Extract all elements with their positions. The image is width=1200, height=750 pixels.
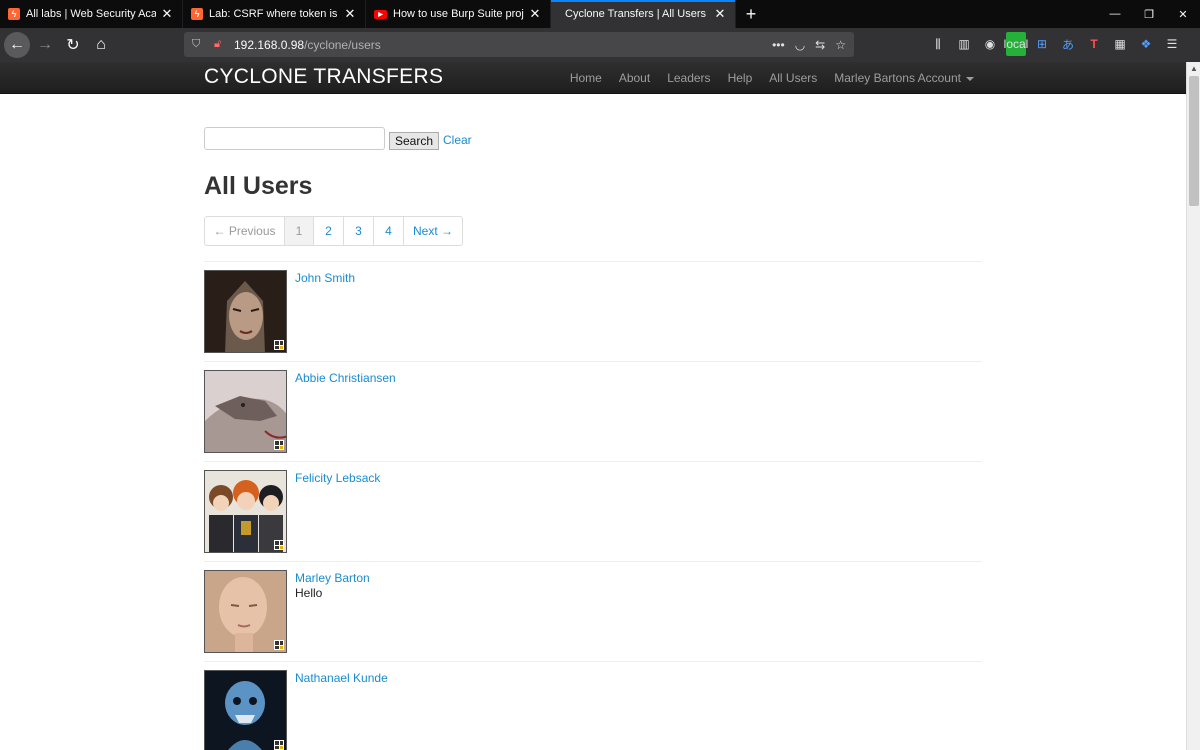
- forward-button[interactable]: →: [32, 32, 58, 58]
- nav-home[interactable]: Home: [570, 71, 602, 85]
- pagination: ← Previous 1 2 3 4 Next →: [204, 216, 463, 246]
- extension-toolbar: ⫼ ▥ ◉ local● ⊞ あ T ▦ ❖ ☰: [928, 32, 1182, 56]
- pagination-page-3[interactable]: 3: [344, 217, 374, 245]
- burp-icon: ϟ: [191, 8, 203, 20]
- qr-icon: [274, 540, 284, 550]
- avatar[interactable]: [204, 370, 287, 453]
- site-header: CYCLONE TRANSFERS Home About Leaders Hel…: [0, 62, 1186, 94]
- nav-about[interactable]: About: [619, 71, 650, 85]
- page-title: All Users: [204, 172, 313, 200]
- clear-link[interactable]: Clear: [443, 133, 472, 147]
- page-scrollbar[interactable]: ▲: [1186, 62, 1200, 750]
- browser-toolbar: ← → ↻ ⌂ ⛉ 🔓︎ 192.168.0.98/cyclone/users …: [0, 28, 1200, 62]
- caret-down-icon: [966, 76, 974, 81]
- translate-icon[interactable]: ⇆: [815, 38, 825, 52]
- close-icon[interactable]: ✕: [343, 6, 357, 22]
- url-path: /cyclone/users: [304, 37, 381, 52]
- qr-icon: [274, 640, 284, 650]
- account-dropdown-label: Marley Bartons Account: [834, 71, 961, 85]
- user-name-link[interactable]: John Smith: [295, 271, 355, 285]
- nav-all-users[interactable]: All Users: [769, 71, 817, 85]
- insecure-lock-icon[interactable]: 🔓︎: [214, 38, 228, 51]
- menu-icon[interactable]: ☰: [1162, 32, 1182, 56]
- url-host: 192.168.0.98: [234, 37, 305, 52]
- close-icon[interactable]: ✕: [160, 6, 174, 22]
- list-item: Nathanael Kunde: [204, 661, 982, 750]
- qr-icon: [274, 340, 284, 350]
- address-bar[interactable]: ⛉ 🔓︎ 192.168.0.98/cyclone/users ••• ◡ ⇆ …: [184, 32, 854, 57]
- local-extension-icon[interactable]: local●: [1004, 32, 1028, 56]
- nav-leaders[interactable]: Leaders: [667, 71, 710, 85]
- pagination-page-4[interactable]: 4: [374, 217, 404, 245]
- page-actions-icon[interactable]: •••: [772, 38, 785, 52]
- window-controls: — ❐ ✕: [1098, 0, 1200, 28]
- avatar[interactable]: [204, 570, 287, 653]
- close-icon[interactable]: ✕: [713, 6, 727, 22]
- site-nav: Home About Leaders Help All Users Marley…: [570, 62, 974, 94]
- language-icon[interactable]: あ: [1058, 32, 1078, 56]
- new-tab-button[interactable]: +: [736, 0, 766, 28]
- pagination-previous[interactable]: ← Previous: [205, 217, 285, 245]
- account-icon[interactable]: ◉: [980, 32, 1000, 56]
- qr-icon: [274, 740, 284, 750]
- pagination-page-1[interactable]: 1: [285, 217, 314, 245]
- user-name-link[interactable]: Felicity Lebsack: [295, 471, 380, 485]
- tab-title: Lab: CSRF where token is not tied to use…: [209, 8, 339, 20]
- user-name-link[interactable]: Abbie Christiansen: [295, 371, 396, 385]
- scrollbar-thumb[interactable]: [1189, 76, 1199, 206]
- local-badge: local: [1004, 32, 1028, 56]
- user-bio: Hello: [295, 586, 323, 600]
- library-icon[interactable]: ⫼: [928, 32, 948, 56]
- page-viewport: CYCLONE TRANSFERS Home About Leaders Hel…: [0, 62, 1186, 750]
- tab-all-labs[interactable]: ϟ All labs | Web Security Academy ✕: [0, 0, 183, 28]
- avatar[interactable]: [204, 470, 287, 553]
- browser-tab-strip: ϟ All labs | Web Security Academy ✕ ϟ La…: [0, 0, 1200, 28]
- avatar[interactable]: [204, 670, 287, 750]
- search-button[interactable]: Search: [389, 132, 439, 150]
- tab-title: Cyclone Transfers | All Users: [565, 8, 707, 20]
- user-list: John Smith Abbie Christiansen Felicity L…: [204, 261, 982, 750]
- bookmark-star-icon[interactable]: ☆: [835, 38, 846, 52]
- qr-icon: [274, 440, 284, 450]
- list-item: John Smith: [204, 261, 982, 361]
- tab-csrf-lab[interactable]: ϟ Lab: CSRF where token is not tied to u…: [183, 0, 366, 28]
- pagination-page-2[interactable]: 2: [314, 217, 344, 245]
- restore-icon[interactable]: ❐: [1132, 0, 1166, 28]
- scroll-up-icon[interactable]: ▲: [1187, 64, 1200, 73]
- tab-youtube[interactable]: ▶ How to use Burp Suite projects ✕: [366, 0, 551, 28]
- tab-title: How to use Burp Suite projects: [393, 8, 524, 20]
- reload-button[interactable]: ↻: [60, 32, 86, 58]
- grid-extension-icon[interactable]: ▦: [1110, 32, 1130, 56]
- avatar[interactable]: [204, 270, 287, 353]
- pocket-icon[interactable]: ◡: [795, 38, 805, 52]
- burp-icon: ϟ: [8, 8, 20, 20]
- pagination-next[interactable]: Next →: [404, 217, 462, 245]
- site-brand[interactable]: CYCLONE TRANSFERS: [204, 65, 443, 89]
- tab-cyclone-users[interactable]: Cyclone Transfers | All Users ✕: [551, 0, 736, 28]
- nav-help[interactable]: Help: [728, 71, 753, 85]
- youtube-icon: ▶: [374, 9, 387, 19]
- minimize-icon[interactable]: —: [1098, 0, 1132, 28]
- user-name-link[interactable]: Nathanael Kunde: [295, 671, 388, 685]
- containers-icon[interactable]: ❖: [1136, 32, 1156, 56]
- search-input[interactable]: [204, 127, 385, 150]
- home-button[interactable]: ⌂: [88, 32, 114, 58]
- list-item: Marley Barton Hello: [204, 561, 982, 661]
- account-dropdown[interactable]: Marley Bartons Account: [834, 71, 974, 85]
- translate-extension-icon[interactable]: ⊞: [1032, 32, 1052, 56]
- search-form: Search Clear: [204, 127, 472, 150]
- window-close-icon[interactable]: ✕: [1166, 0, 1200, 28]
- list-item: Felicity Lebsack: [204, 461, 982, 561]
- back-button[interactable]: ←: [4, 32, 30, 58]
- user-name-link[interactable]: Marley Barton: [295, 571, 370, 585]
- tracking-shield-icon[interactable]: ⛉: [192, 38, 206, 51]
- sidebar-icon[interactable]: ▥: [954, 32, 974, 56]
- t-extension-icon[interactable]: T: [1084, 32, 1104, 56]
- list-item: Abbie Christiansen: [204, 361, 982, 461]
- tab-title: All labs | Web Security Academy: [26, 8, 156, 20]
- close-icon[interactable]: ✕: [528, 6, 542, 22]
